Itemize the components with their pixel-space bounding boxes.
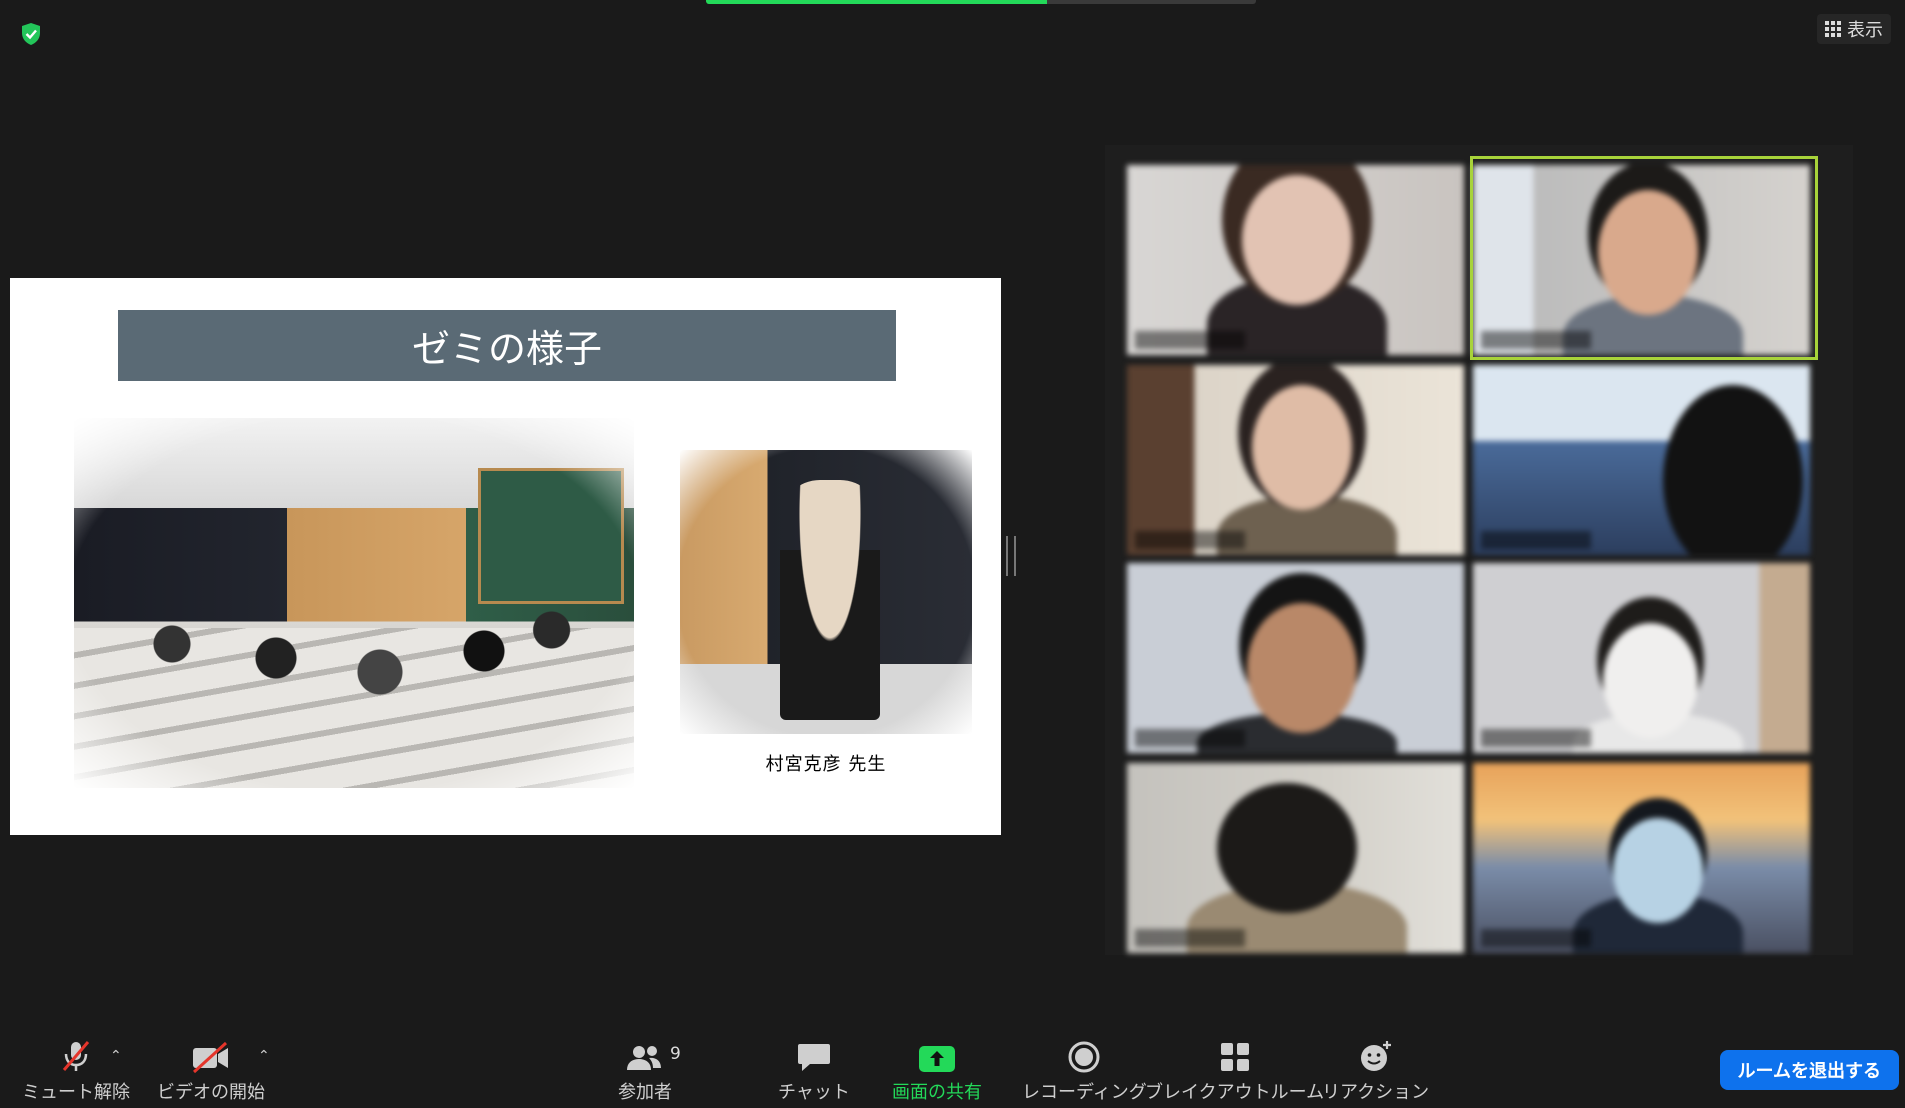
shared-slide: ゼミの様子 村宮克彦 先生: [10, 278, 1001, 835]
unmute-button[interactable]: ミュート解除: [22, 1036, 130, 1104]
participants-count: 9: [670, 1044, 681, 1064]
unmute-label: ミュート解除: [22, 1082, 130, 1103]
share-progress-bar: [706, 0, 1256, 4]
participant-video-tile[interactable]: [1127, 365, 1464, 555]
meeting-toolbar: ミュート解除 ⌃ ビデオの開始 ⌃ 参加者 9 チャット 画面の共有 レコーディ…: [0, 1036, 1905, 1108]
chat-bubble-icon: [797, 1044, 830, 1071]
participant-video-tile[interactable]: [1127, 563, 1464, 753]
security-shield-icon[interactable]: [20, 22, 42, 46]
reactions-label: リアクション: [1322, 1082, 1430, 1103]
reaction-emoji-icon: [1360, 1041, 1391, 1071]
record-icon: [1068, 1041, 1100, 1073]
video-options-caret-icon[interactable]: ⌃: [258, 1048, 270, 1064]
view-label: 表示: [1847, 20, 1883, 41]
share-screen-button[interactable]: 画面の共有: [892, 1036, 982, 1104]
start-video-button[interactable]: ビデオの開始: [157, 1036, 265, 1104]
share-progress-fill: [706, 0, 1047, 4]
microphone-muted-icon: [62, 1041, 90, 1071]
participant-video-tile[interactable]: [1127, 165, 1464, 355]
recording-label: レコーディング: [1022, 1082, 1147, 1103]
participant-video-tile[interactable]: [1473, 365, 1810, 555]
participant-video-tile[interactable]: [1473, 563, 1810, 753]
chat-button[interactable]: チャット: [778, 1036, 850, 1104]
participants-icon: [627, 1046, 661, 1070]
participant-video-tile[interactable]: [1473, 763, 1810, 953]
teacher-caption: 村宮克彦 先生: [765, 754, 887, 775]
reactions-button[interactable]: リアクション: [1322, 1036, 1429, 1104]
teacher-photo: [680, 450, 972, 734]
audio-options-caret-icon[interactable]: ⌃: [110, 1048, 122, 1064]
participants-label: 参加者: [618, 1082, 672, 1103]
panel-splitter-handle[interactable]: [1006, 536, 1016, 576]
recording-button[interactable]: レコーディング: [1022, 1036, 1147, 1104]
chat-label: チャット: [778, 1082, 850, 1103]
breakout-rooms-button[interactable]: ブレイクアウトルーム: [1145, 1036, 1324, 1104]
view-button[interactable]: 表示: [1817, 14, 1891, 44]
grid-icon: [1825, 21, 1841, 37]
share-screen-icon: [919, 1046, 955, 1072]
video-camera-off-icon: [192, 1041, 228, 1074]
seminar-classroom-photo: [74, 418, 634, 788]
participant-video-tile[interactable]: [1127, 763, 1464, 953]
active-speaker-highlight: [1470, 156, 1818, 360]
share-screen-label: 画面の共有: [892, 1082, 982, 1103]
breakout-rooms-icon: [1220, 1043, 1249, 1071]
start-video-label: ビデオの開始: [157, 1082, 265, 1103]
leave-room-button[interactable]: ルームを退出する: [1719, 1050, 1899, 1090]
participants-button[interactable]: 参加者: [618, 1036, 672, 1104]
breakout-rooms-label: ブレイクアウトルーム: [1145, 1082, 1325, 1103]
slide-title: ゼミの様子: [118, 310, 896, 381]
